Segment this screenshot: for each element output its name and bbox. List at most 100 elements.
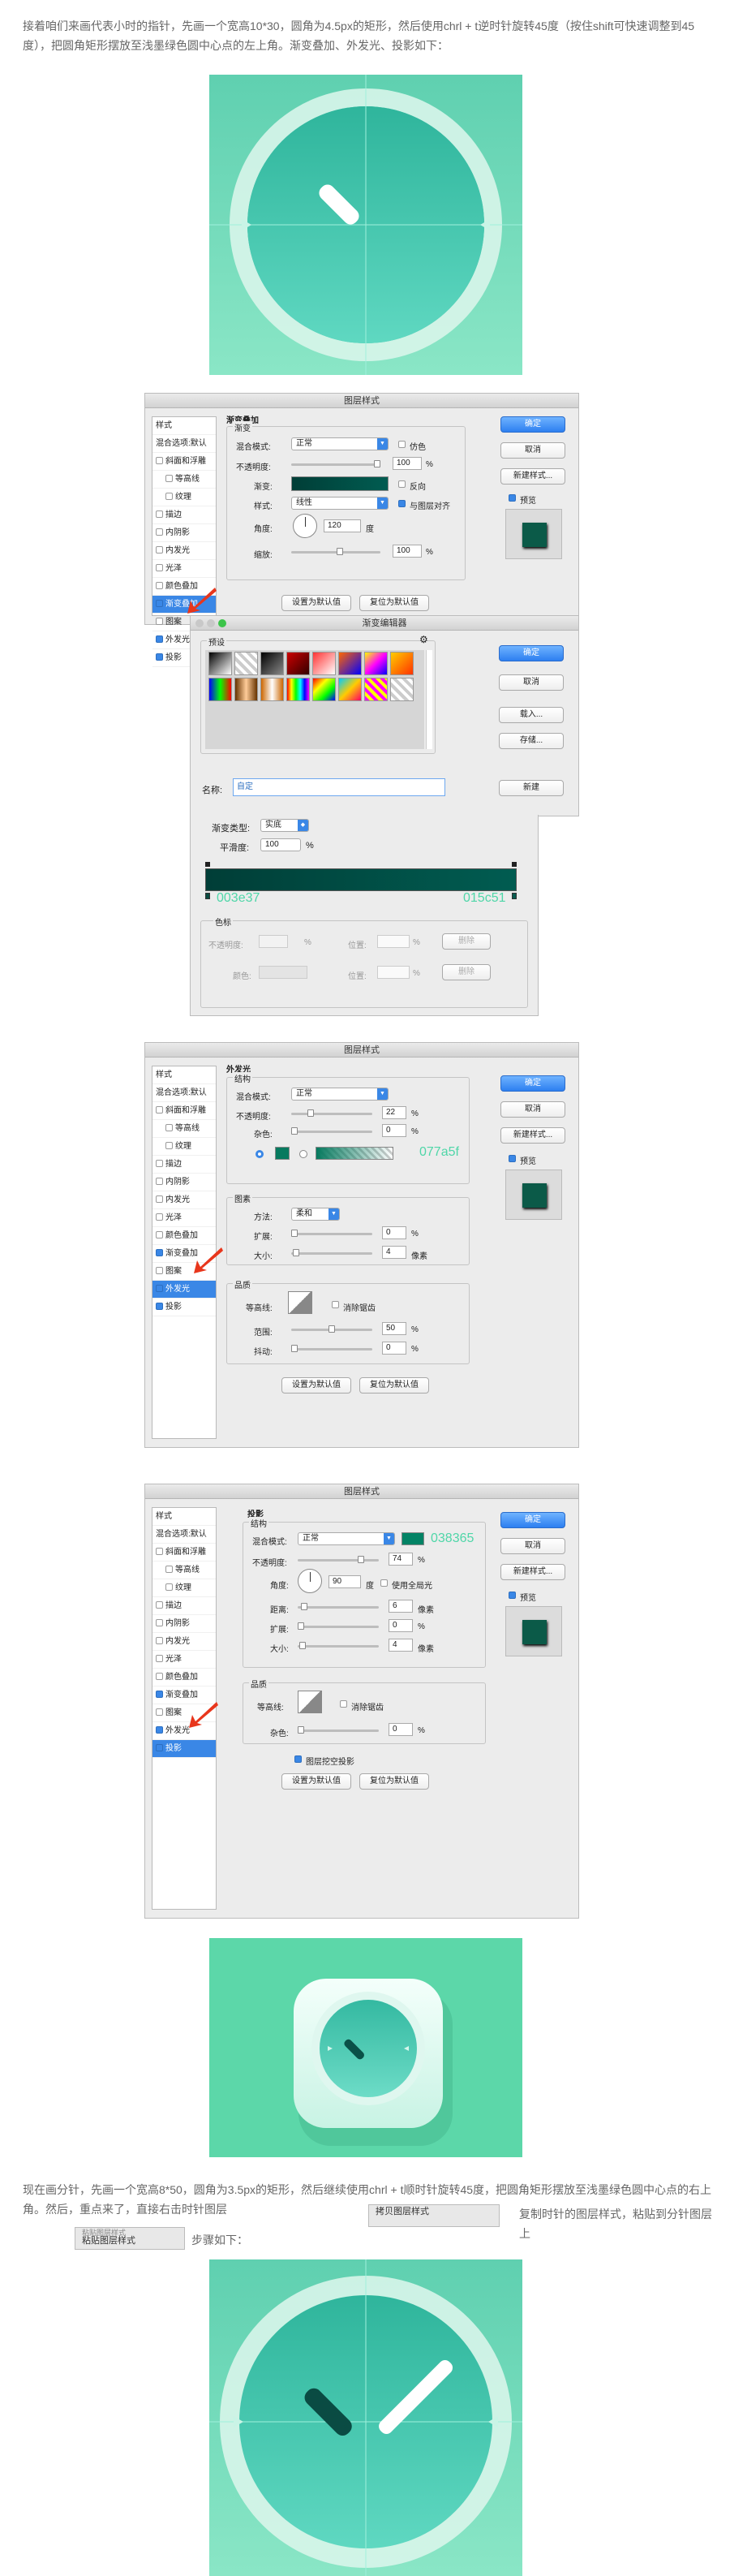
preset-swatch[interactable] [338,678,362,701]
slider-knob[interactable] [328,1325,335,1333]
spread-input[interactable]: 0 [382,1226,406,1239]
smooth-select[interactable]: 100 [260,838,301,851]
checkbox[interactable] [156,528,163,536]
checkbox[interactable] [156,1548,163,1555]
angle-input[interactable]: 90 [328,1575,361,1588]
preset-swatch[interactable] [234,678,258,701]
gear-icon[interactable]: ⚙ [419,634,428,645]
noise-input[interactable]: 0 [382,1124,406,1137]
sidebar-item-inner-glow[interactable]: 内发光 [152,542,216,560]
opacity-slider[interactable] [291,460,380,467]
knockout-checkbox[interactable] [294,1755,302,1763]
size-input[interactable]: 4 [382,1246,406,1259]
color-stop-left[interactable] [205,893,210,899]
preset-swatch[interactable] [208,678,232,701]
sidebar-item-bevel[interactable]: 斜面和浮雕 [152,1544,216,1562]
minimize-icon[interactable] [207,619,215,627]
save-button[interactable]: 存储... [499,733,564,749]
presets-scrollbar[interactable] [426,650,432,749]
sidebar-item-texture[interactable]: 纹理 [152,1138,216,1156]
checkbox[interactable] [156,600,163,607]
checkbox[interactable] [165,1583,173,1591]
sidebar-item-blend[interactable]: 混合选项:默认 [152,435,216,453]
preset-swatch[interactable] [390,652,414,675]
checkbox[interactable] [156,1303,163,1310]
sidebar-item-satin[interactable]: 光泽 [152,1209,216,1227]
sidebar-item-stroke[interactable]: 描边 [152,506,216,524]
sidebar-item-inner-glow[interactable]: 内发光 [152,1191,216,1209]
delete-button[interactable]: 删除 [442,964,491,980]
size-slider[interactable] [291,1249,372,1256]
close-icon[interactable] [195,619,204,627]
angle-dial[interactable] [293,514,317,538]
scale-slider[interactable] [291,548,380,555]
cancel-button[interactable]: 取消 [500,1538,565,1554]
copy-layer-style-menu-item[interactable]: 拷贝图层样式 [368,2204,500,2227]
ok-button[interactable]: 确定 [500,1512,565,1528]
checkbox[interactable] [156,1691,163,1698]
size-input[interactable]: 4 [389,1639,413,1652]
position-input[interactable] [377,935,410,948]
ok-button[interactable]: 确定 [500,1075,565,1092]
preset-swatch[interactable] [364,678,388,701]
blend-mode-select[interactable]: 正常 ▼ [298,1532,395,1545]
checkbox[interactable] [156,1195,163,1203]
contour-picker[interactable] [288,1291,312,1314]
opacity-input[interactable]: 22 [382,1106,406,1119]
antialias-checkbox[interactable] [340,1700,347,1708]
opacity-slider[interactable] [298,1556,379,1563]
scale-input[interactable]: 100 [393,545,422,558]
blend-mode-select[interactable]: 正常 ▼ [291,1088,389,1101]
opacity-stop-left[interactable] [205,862,210,867]
ok-button[interactable]: 确定 [500,416,565,433]
preset-swatch[interactable] [364,652,388,675]
slider-knob[interactable] [298,1726,304,1734]
checkbox[interactable] [156,1178,163,1185]
sidebar-item-color-overlay[interactable]: 颜色叠加 [152,1669,216,1686]
gradient-radio[interactable] [299,1150,307,1158]
opacity-input[interactable]: 74 [389,1553,413,1566]
sidebar-item-color-overlay[interactable]: 颜色叠加 [152,1227,216,1245]
checkbox[interactable] [165,1142,173,1149]
cancel-button[interactable]: 取消 [500,442,565,459]
set-default-button[interactable]: 设置为默认值 [281,1773,351,1790]
sidebar-item-satin[interactable]: 光泽 [152,1651,216,1669]
sidebar-item-contour[interactable]: 等高线 [152,1120,216,1138]
paste-layer-style-menu-item[interactable]: 粘贴图层样式 粘贴图层样式 [75,2227,185,2250]
sidebar-item-blend[interactable]: 混合选项:默认 [152,1526,216,1544]
checkbox[interactable] [156,510,163,518]
new-button[interactable]: 新建 [499,780,564,796]
slider-knob[interactable] [374,460,380,467]
glow-gradient-swatch[interactable] [316,1147,393,1160]
preset-swatch[interactable] [260,652,284,675]
opacity-input[interactable]: 100 [393,457,422,470]
delete-button[interactable]: 删除 [442,933,491,950]
checkbox[interactable] [165,475,173,482]
color-radio[interactable] [256,1150,264,1158]
new-style-button[interactable]: 新建样式... [500,468,565,485]
cancel-button[interactable]: 取消 [500,1101,565,1118]
antialias-checkbox[interactable] [332,1301,339,1308]
slider-knob[interactable] [293,1249,299,1256]
preset-swatch[interactable] [286,678,310,701]
color-stop-right[interactable] [512,893,517,899]
range-slider[interactable] [291,1325,372,1333]
blend-mode-select[interactable]: 正常 ▼ [291,437,389,450]
preset-swatch[interactable] [390,678,414,701]
checkbox[interactable] [156,1160,163,1167]
shadow-color-swatch[interactable] [402,1532,424,1545]
angle-dial[interactable] [298,1569,322,1593]
method-select[interactable]: 柔和 ▼ [291,1208,340,1221]
sidebar-item-texture[interactable]: 纹理 [152,489,216,506]
checkbox[interactable] [165,1566,173,1573]
slider-knob[interactable] [307,1109,314,1117]
position-input[interactable] [377,966,410,979]
preset-swatch[interactable] [312,678,336,701]
preview-checkbox[interactable] [509,1155,516,1162]
checkbox[interactable] [156,1655,163,1662]
sidebar-item-inner-shadow[interactable]: 内阴影 [152,1174,216,1191]
stop-color-swatch[interactable] [259,966,307,979]
sidebar-item-inner-glow[interactable]: 内发光 [152,1633,216,1651]
global-light-checkbox[interactable] [380,1579,388,1587]
checkbox[interactable] [156,635,163,643]
